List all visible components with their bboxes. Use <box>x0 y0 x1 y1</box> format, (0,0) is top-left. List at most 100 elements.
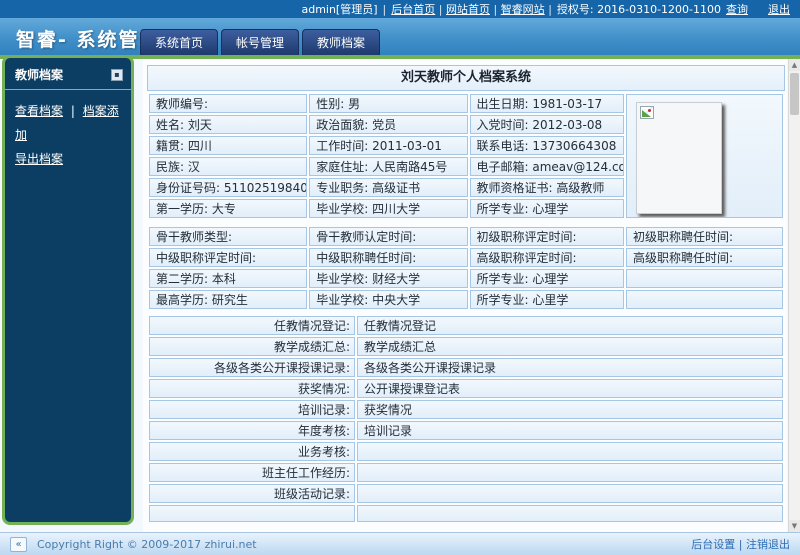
scroll-down-icon[interactable]: ▼ <box>789 520 800 532</box>
scrollbar-thumb[interactable] <box>790 73 799 115</box>
info-cell: 专业职务: 高级证书 <box>309 178 467 197</box>
archive-title: 刘天教师个人档案系统 <box>147 65 785 91</box>
sidebar-collapse-button[interactable]: « <box>10 537 27 552</box>
grid-cell: 毕业学校: 财经大学 <box>309 269 467 288</box>
table-row <box>149 505 783 522</box>
grid-cell: 所学专业: 心里学 <box>470 290 624 309</box>
sidebar: 教师档案 ▪ 查看档案 | 档案添加 导出档案 <box>2 55 134 525</box>
detail-label: 班级活动记录: <box>149 484 355 503</box>
info-cell: 家庭住址: 人民南路45号 <box>309 157 467 176</box>
copyright-text: Copyright Right © 2009-2017 zhirui.net <box>37 538 257 551</box>
grid-cell: 高级职称聘任时间: <box>626 248 783 267</box>
grid-cell: 骨干教师类型: <box>149 227 307 246</box>
detail-value: 教学成绩汇总 <box>357 337 783 356</box>
footer: « Copyright Right © 2009-2017 zhirui.net… <box>0 532 800 555</box>
info-cell: 政治面貌: 党员 <box>309 115 467 134</box>
grid-cell: 骨干教师认定时间: <box>309 227 467 246</box>
separator: | <box>548 3 552 16</box>
grid-cell: 最高学历: 研究生 <box>149 290 307 309</box>
detail-value: 任教情况登记 <box>357 316 783 335</box>
sidebar-item-export-archive[interactable]: 导出档案 <box>15 152 63 166</box>
info-cell: 入党时间: 2012-03-08 <box>470 115 624 134</box>
app-logo: 智睿- 系统管理 <box>0 18 800 52</box>
info-cell: 教师资格证书: 高级教师 <box>470 178 624 197</box>
table-row: 最高学历: 研究生毕业学校: 中央大学所学专业: 心里学 <box>149 290 783 309</box>
sidebar-link-row: 查看档案 | 档案添加 <box>15 99 121 147</box>
detail-label: 教学成绩汇总: <box>149 337 355 356</box>
detail-label: 培训记录: <box>149 400 355 419</box>
info-cell: 联系电话: 13730664308 <box>470 136 624 155</box>
info-cell: 电子邮箱: ameav@124.com <box>470 157 624 176</box>
footer-link-logout[interactable]: 注销退出 <box>746 538 790 551</box>
table-row: 各级各类公开课授课记录:各级各类公开课授课记录 <box>149 358 783 377</box>
detail-value: 公开课授课登记表 <box>357 379 783 398</box>
footer-links: 后台设置 | 注销退出 <box>691 536 790 552</box>
info-cell: 毕业学校: 四川大学 <box>309 199 467 218</box>
tab-bar: 系统首页帐号管理教师档案 <box>140 29 380 55</box>
grid-cell: 初级职称聘任时间: <box>626 227 783 246</box>
topbar-user: admin[管理员] <box>301 1 377 17</box>
license-number: 授权号: 2016-0310-1200-1100 <box>557 1 721 17</box>
detail-label: 业务考核: <box>149 442 355 461</box>
grid-cell: 所学专业: 心理学 <box>470 269 624 288</box>
detail-value: 获奖情况 <box>357 400 783 419</box>
qualification-table: 骨干教师类型:骨干教师认定时间:初级职称评定时间:初级职称聘任时间: 中级职称评定… <box>147 225 785 311</box>
basic-info-table: 教师编号:性别: 男出生日期: 1981-03-17姓名: 刘天政治面貌: 党员… <box>147 92 785 220</box>
banner: 智睿- 系统管理 系统首页帐号管理教师档案 <box>0 18 800 55</box>
broken-image-icon <box>640 106 654 119</box>
content-region: 教师档案 ▪ 查看档案 | 档案添加 导出档案 刘天教师个人档案系统 教师编号:… <box>0 55 800 532</box>
tab-account-mgmt[interactable]: 帐号管理 <box>221 29 299 55</box>
vertical-scrollbar[interactable]: ▲ ▼ <box>788 59 800 532</box>
info-cell: 所学专业: 心理学 <box>470 199 624 218</box>
table-row: 培训记录:获奖情况 <box>149 400 783 419</box>
table-row: 任教情况登记:任教情况登记 <box>149 316 783 335</box>
logout-link[interactable]: 退出 <box>768 1 790 17</box>
detail-label: 各级各类公开课授课记录: <box>149 358 355 377</box>
sidebar-links: 查看档案 | 档案添加 导出档案 <box>5 90 131 180</box>
grid-cell: 中级职称评定时间: <box>149 248 307 267</box>
separator: | <box>439 3 443 16</box>
grid-cell: 中级职称聘任时间: <box>309 248 467 267</box>
table-row: 班级活动记录: <box>149 484 783 503</box>
table-row: 中级职称评定时间:中级职称聘任时间:高级职称评定时间:高级职称聘任时间: <box>149 248 783 267</box>
grid-cell: 毕业学校: 中央大学 <box>309 290 467 309</box>
query-link[interactable]: 查询 <box>726 1 748 17</box>
sidebar-link-row: 导出档案 <box>15 147 121 171</box>
table-row: 获奖情况:公开课授课登记表 <box>149 379 783 398</box>
photo-cell <box>626 94 783 218</box>
separator: | <box>739 538 743 551</box>
detail-value <box>357 505 783 522</box>
grid-cell <box>626 269 783 288</box>
table-row: 第二学历: 本科毕业学校: 财经大学所学专业: 心理学 <box>149 269 783 288</box>
detail-value: 培训记录 <box>357 421 783 440</box>
separator: | <box>71 104 75 118</box>
scroll-up-icon[interactable]: ▲ <box>789 59 800 71</box>
table-row: 教师编号:性别: 男出生日期: 1981-03-17 <box>149 94 783 113</box>
info-cell: 教师编号: <box>149 94 307 113</box>
teacher-photo-placeholder <box>636 102 722 214</box>
tab-system-home[interactable]: 系统首页 <box>140 29 218 55</box>
detail-value <box>357 463 783 482</box>
detail-value <box>357 442 783 461</box>
grid-cell <box>626 290 783 309</box>
info-cell: 身份证号码: 511025198401101116 <box>149 178 307 197</box>
detail-label: 获奖情况: <box>149 379 355 398</box>
grid-cell: 初级职称评定时间: <box>470 227 624 246</box>
separator: | <box>493 3 497 16</box>
topbar-link-zhirui-site[interactable]: 智睿网站 <box>501 3 545 16</box>
minimize-icon[interactable]: ▪ <box>111 69 123 81</box>
table-row: 教学成绩汇总:教学成绩汇总 <box>149 337 783 356</box>
grid-cell: 高级职称评定时间: <box>470 248 624 267</box>
topbar-links: 后台首页 | 网站首页 | 智睿网站 | <box>391 1 552 17</box>
topbar-link-site-home[interactable]: 网站首页 <box>446 3 490 16</box>
info-cell: 民族: 汉 <box>149 157 307 176</box>
table-row: 年度考核:培训记录 <box>149 421 783 440</box>
footer-link-backend-settings[interactable]: 后台设置 <box>691 538 735 551</box>
table-row: 骨干教师类型:骨干教师认定时间:初级职称评定时间:初级职称聘任时间: <box>149 227 783 246</box>
tab-teacher-archive[interactable]: 教师档案 <box>302 29 380 55</box>
sidebar-item-view-archive[interactable]: 查看档案 <box>15 104 63 118</box>
detail-label: 任教情况登记: <box>149 316 355 335</box>
detail-value <box>357 484 783 503</box>
topbar-link-backend-home[interactable]: 后台首页 <box>391 3 435 16</box>
sidebar-title: 教师档案 <box>15 66 63 83</box>
